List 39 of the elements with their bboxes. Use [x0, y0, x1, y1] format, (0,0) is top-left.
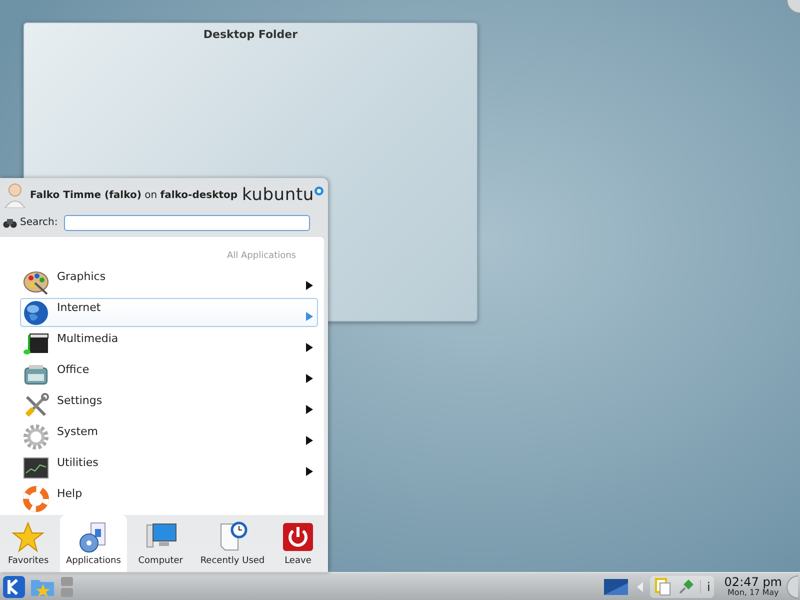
tab[interactable]: Leave: [276, 515, 320, 572]
panel-toolbox-icon[interactable]: [786, 574, 798, 598]
user-avatar-icon: [4, 182, 26, 208]
menu-item[interactable]: Utilities: [20, 453, 318, 482]
menu-item[interactable]: Office: [20, 360, 318, 389]
circle-logo-icon: [314, 186, 324, 196]
menu-item[interactable]: Help: [20, 484, 318, 513]
lifebuoy-icon: [23, 486, 49, 512]
menu-item[interactable]: System: [20, 422, 318, 451]
globe-icon: [23, 300, 49, 326]
binoculars-icon: [3, 218, 17, 228]
widget-title: Desktop Folder: [203, 28, 298, 42]
tab[interactable]: Computer: [132, 515, 190, 572]
star-icon: [12, 521, 44, 553]
menu-item[interactable]: Settings: [20, 391, 318, 420]
clock-date[interactable]: Mon, 17 May: [728, 588, 779, 597]
clipboard-icon[interactable]: [654, 578, 672, 596]
wrench-screwdriver-icon: [23, 393, 49, 419]
clapperboard-music-icon: [23, 331, 49, 357]
panel-handle-icon[interactable]: [60, 574, 74, 598]
palette-icon: [23, 269, 49, 295]
kde-menu-icon[interactable]: [2, 574, 26, 598]
menu-item[interactable]: Graphics: [20, 267, 318, 296]
tab[interactable]: Favorites: [2, 515, 55, 572]
power-icon: [282, 521, 314, 553]
gear-icon: [23, 424, 49, 450]
tab[interactable]: Recently Used: [194, 515, 271, 572]
tab[interactable]: Applications: [60, 515, 127, 572]
tray-expand-icon[interactable]: [636, 580, 644, 592]
kubuntu-logo: kubuntu: [242, 185, 314, 206]
search-label: Search:: [20, 217, 58, 228]
search-field[interactable]: [64, 214, 310, 231]
menu-item[interactable]: Multimedia: [20, 329, 318, 358]
pin-icon[interactable]: [678, 578, 694, 594]
desktop-preview-icon[interactable]: [604, 578, 628, 596]
menu-item[interactable]: Internet: [20, 298, 318, 327]
clock-time[interactable]: 02:47 pm: [724, 576, 782, 589]
monitor-graph-icon: [23, 455, 49, 481]
user-name: Falko Timme (falko) on falko-desktop: [30, 190, 239, 201]
